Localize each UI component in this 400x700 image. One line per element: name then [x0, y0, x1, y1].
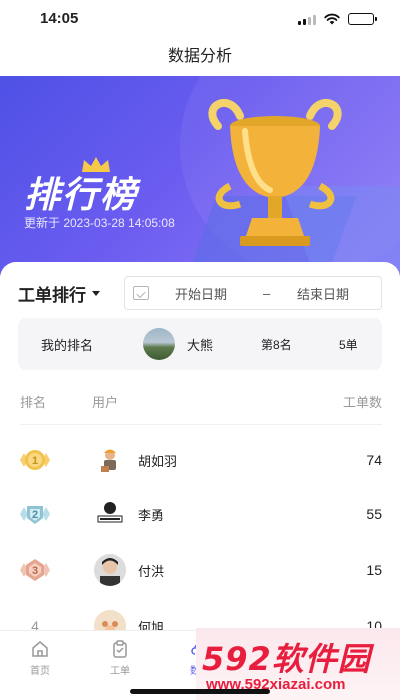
date-separator: –	[263, 285, 271, 301]
my-count: 5单	[339, 337, 358, 352]
tab-home[interactable]: 首页	[10, 639, 70, 677]
page-title: 数据分析	[167, 48, 232, 65]
clipboard-icon	[113, 640, 127, 658]
silver-medal-icon: 2	[20, 506, 50, 524]
my-rank-label: 我的排名	[41, 337, 94, 353]
ticket-count: 15	[366, 562, 382, 578]
divider	[20, 424, 382, 425]
ticket-count: 55	[366, 506, 382, 522]
user-name: 付洪	[138, 563, 165, 579]
rank-number: 2	[32, 509, 38, 521]
home-indicator	[130, 689, 270, 694]
avatar	[94, 554, 126, 586]
date-start-field[interactable]: 开始日期	[175, 284, 237, 303]
status-bar: 14:05	[0, 0, 400, 38]
avatar	[94, 498, 126, 530]
header-user: 用户	[92, 395, 119, 410]
table-row[interactable]: 3 付洪 15	[18, 550, 382, 590]
avatar	[94, 444, 126, 476]
my-name: 大熊	[187, 337, 214, 353]
avatar	[143, 328, 175, 360]
my-rank-card: 我的排名 大熊 第8名 5单	[18, 318, 382, 370]
rank-number: 3	[32, 565, 38, 577]
user-name: 李勇	[138, 507, 165, 523]
status-icons	[298, 13, 377, 25]
tab-tickets[interactable]: 工单	[90, 639, 150, 677]
battery-icon	[348, 13, 377, 25]
rank-type-dropdown[interactable]: 工单排行	[18, 281, 100, 306]
leaderboard-banner: 排行榜 更新于 2023-03-28 14:05:08	[0, 76, 400, 276]
header-rank: 排名	[20, 395, 47, 410]
wifi-icon	[324, 13, 340, 25]
filter-row: 工单排行 开始日期 – 结束日期	[18, 276, 382, 310]
list-header: 排名 用户 工单数	[20, 392, 382, 412]
header-count: 工单数	[342, 395, 382, 410]
watermark-logo: 592软件园	[202, 640, 371, 678]
banner-title: 排行榜	[24, 175, 139, 216]
gold-medal-icon: 1	[20, 450, 50, 470]
date-end-field[interactable]: 结束日期	[297, 284, 349, 303]
table-row[interactable]: 2 李勇 55	[18, 494, 382, 534]
status-time: 14:05	[40, 10, 79, 27]
tab-label: 首页	[30, 666, 50, 677]
home-icon	[32, 641, 48, 657]
content-card: 工单排行 开始日期 – 结束日期 我的排名 大熊 第8名 5单 排名 用户 工单…	[0, 262, 400, 642]
nav-bar: 数据分析	[0, 38, 400, 76]
table-row[interactable]: 1 胡如羽 74	[18, 440, 382, 480]
user-name: 胡如羽	[138, 453, 178, 469]
updated-time: 更新于 2023-03-28 14:05:08	[24, 216, 175, 230]
rank-number: 1	[32, 455, 38, 467]
trophy-icon	[208, 98, 342, 246]
tab-label: 工单	[110, 666, 130, 677]
rank-type-label: 工单排行	[18, 285, 86, 306]
caret-down-icon	[92, 290, 100, 296]
my-position: 第8名	[261, 337, 292, 352]
bronze-medal-icon: 3	[20, 559, 50, 581]
date-range-picker[interactable]: 开始日期 – 结束日期	[124, 276, 382, 310]
calendar-icon	[133, 286, 149, 300]
ticket-count: 74	[366, 452, 382, 468]
signal-icon	[298, 14, 316, 25]
